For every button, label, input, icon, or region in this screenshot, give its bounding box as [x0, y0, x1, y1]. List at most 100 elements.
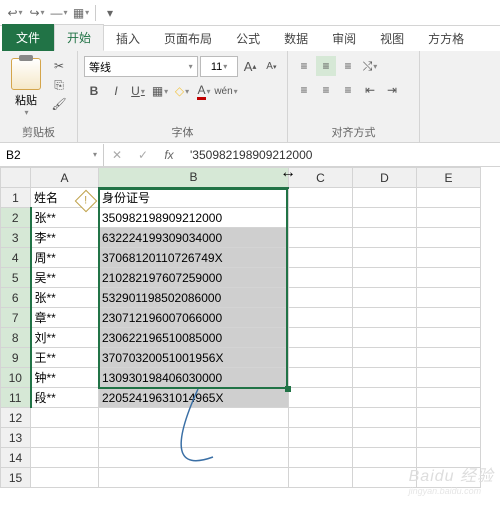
- cell-B14[interactable]: [99, 448, 289, 468]
- tab-formula[interactable]: 公式: [224, 26, 272, 51]
- cell-A9[interactable]: 王**: [31, 348, 99, 368]
- cell-A3[interactable]: 李**: [31, 228, 99, 248]
- cell-A11[interactable]: 段**: [31, 388, 99, 408]
- cell-B9[interactable]: 37070320051001956X: [99, 348, 289, 368]
- row-header-15[interactable]: 15: [1, 468, 31, 488]
- cut-button[interactable]: ✂: [50, 58, 68, 74]
- cell-E4[interactable]: [417, 248, 481, 268]
- cell-A8[interactable]: 刘**: [31, 328, 99, 348]
- cell-D11[interactable]: [353, 388, 417, 408]
- tab-insert[interactable]: 插入: [104, 26, 152, 51]
- name-box[interactable]: B2▾: [0, 144, 104, 166]
- cell-C5[interactable]: [289, 268, 353, 288]
- cell-C13[interactable]: [289, 428, 353, 448]
- cell-D3[interactable]: [353, 228, 417, 248]
- copy-button[interactable]: ⎘: [50, 77, 68, 93]
- cell-B8[interactable]: 230622196510085000: [99, 328, 289, 348]
- cell-B13[interactable]: [99, 428, 289, 448]
- undo-button[interactable]: ↩▾: [4, 2, 26, 24]
- cell-A14[interactable]: [31, 448, 99, 468]
- cell-B2[interactable]: 350982198909212000: [99, 208, 289, 228]
- col-header-B[interactable]: B: [99, 168, 289, 188]
- paste-button[interactable]: 粘贴 ▾: [6, 54, 46, 122]
- cell-B7[interactable]: 230712196007066000: [99, 308, 289, 328]
- tab-data[interactable]: 数据: [272, 26, 320, 51]
- cell-D8[interactable]: [353, 328, 417, 348]
- shrink-font-button[interactable]: A▾: [262, 57, 281, 77]
- bold-button[interactable]: B: [84, 81, 104, 101]
- indent-inc-button[interactable]: ⇥: [382, 80, 402, 100]
- select-all-corner[interactable]: [1, 168, 31, 188]
- cell-A13[interactable]: [31, 428, 99, 448]
- align-left-button[interactable]: ≡: [294, 80, 314, 100]
- cell-C2[interactable]: [289, 208, 353, 228]
- tab-view[interactable]: 视图: [368, 26, 416, 51]
- fill-handle[interactable]: [285, 386, 291, 392]
- cell-C11[interactable]: [289, 388, 353, 408]
- underline-button[interactable]: U▾: [128, 81, 148, 101]
- qat-grid[interactable]: ▦▾: [70, 2, 92, 24]
- cell-D10[interactable]: [353, 368, 417, 388]
- border-button[interactable]: ▦▾: [150, 81, 170, 101]
- cell-D5[interactable]: [353, 268, 417, 288]
- cell-E8[interactable]: [417, 328, 481, 348]
- cell-C1[interactable]: [289, 188, 353, 208]
- cell-E10[interactable]: [417, 368, 481, 388]
- col-header-C[interactable]: C: [289, 168, 353, 188]
- cell-B10[interactable]: 130930198406030000: [99, 368, 289, 388]
- row-header-8[interactable]: 8: [1, 328, 31, 348]
- align-center-button[interactable]: ≡: [316, 80, 336, 100]
- cell-C3[interactable]: [289, 228, 353, 248]
- row-header-11[interactable]: 11: [1, 388, 31, 408]
- row-header-13[interactable]: 13: [1, 428, 31, 448]
- formula-enter-button[interactable]: ✓: [130, 144, 156, 166]
- cell-D1[interactable]: [353, 188, 417, 208]
- cell-E7[interactable]: [417, 308, 481, 328]
- tab-layout[interactable]: 页面布局: [152, 26, 224, 51]
- tab-file[interactable]: 文件: [2, 24, 54, 51]
- cell-D2[interactable]: [353, 208, 417, 228]
- formula-text[interactable]: '350982198909212000: [182, 148, 312, 162]
- row-header-3[interactable]: 3: [1, 228, 31, 248]
- row-header-10[interactable]: 10: [1, 368, 31, 388]
- cell-A6[interactable]: 张**: [31, 288, 99, 308]
- phonetic-button[interactable]: wén▾: [216, 81, 236, 101]
- grow-font-button[interactable]: A▴: [240, 57, 259, 77]
- cell-B4[interactable]: 37068120110726749X: [99, 248, 289, 268]
- cell-A10[interactable]: 钟**: [31, 368, 99, 388]
- worksheet-grid[interactable]: ABCDE1 姓名 身份证号 2 张** 350982198909212000 …: [0, 167, 500, 488]
- row-header-9[interactable]: 9: [1, 348, 31, 368]
- col-header-E[interactable]: E: [417, 168, 481, 188]
- cell-E6[interactable]: [417, 288, 481, 308]
- cell-C4[interactable]: [289, 248, 353, 268]
- cell-A4[interactable]: 周**: [31, 248, 99, 268]
- redo-button[interactable]: ↪▾: [26, 2, 48, 24]
- cell-C7[interactable]: [289, 308, 353, 328]
- cell-D12[interactable]: [353, 408, 417, 428]
- row-header-14[interactable]: 14: [1, 448, 31, 468]
- align-top-button[interactable]: ≡: [294, 56, 314, 76]
- cell-B1[interactable]: 身份证号: [99, 188, 289, 208]
- cell-E13[interactable]: [417, 428, 481, 448]
- cell-D6[interactable]: [353, 288, 417, 308]
- cell-C8[interactable]: [289, 328, 353, 348]
- italic-button[interactable]: I: [106, 81, 126, 101]
- tab-home[interactable]: 开始: [54, 24, 104, 51]
- font-size-combo[interactable]: 11▾: [200, 56, 239, 77]
- tab-addin[interactable]: 方方格: [416, 26, 476, 51]
- row-header-4[interactable]: 4: [1, 248, 31, 268]
- cell-A5[interactable]: 吴**: [31, 268, 99, 288]
- qat-more[interactable]: ▾: [99, 2, 121, 24]
- tab-review[interactable]: 审阅: [320, 26, 368, 51]
- align-middle-button[interactable]: ≡: [316, 56, 336, 76]
- cell-E1[interactable]: [417, 188, 481, 208]
- cell-B6[interactable]: 532901198502086000: [99, 288, 289, 308]
- cell-C14[interactable]: [289, 448, 353, 468]
- cell-D15[interactable]: [353, 468, 417, 488]
- cell-E3[interactable]: [417, 228, 481, 248]
- font-name-combo[interactable]: 等线▾: [84, 56, 198, 77]
- insert-function-button[interactable]: fx: [156, 144, 182, 166]
- cell-D7[interactable]: [353, 308, 417, 328]
- cell-D14[interactable]: [353, 448, 417, 468]
- row-header-7[interactable]: 7: [1, 308, 31, 328]
